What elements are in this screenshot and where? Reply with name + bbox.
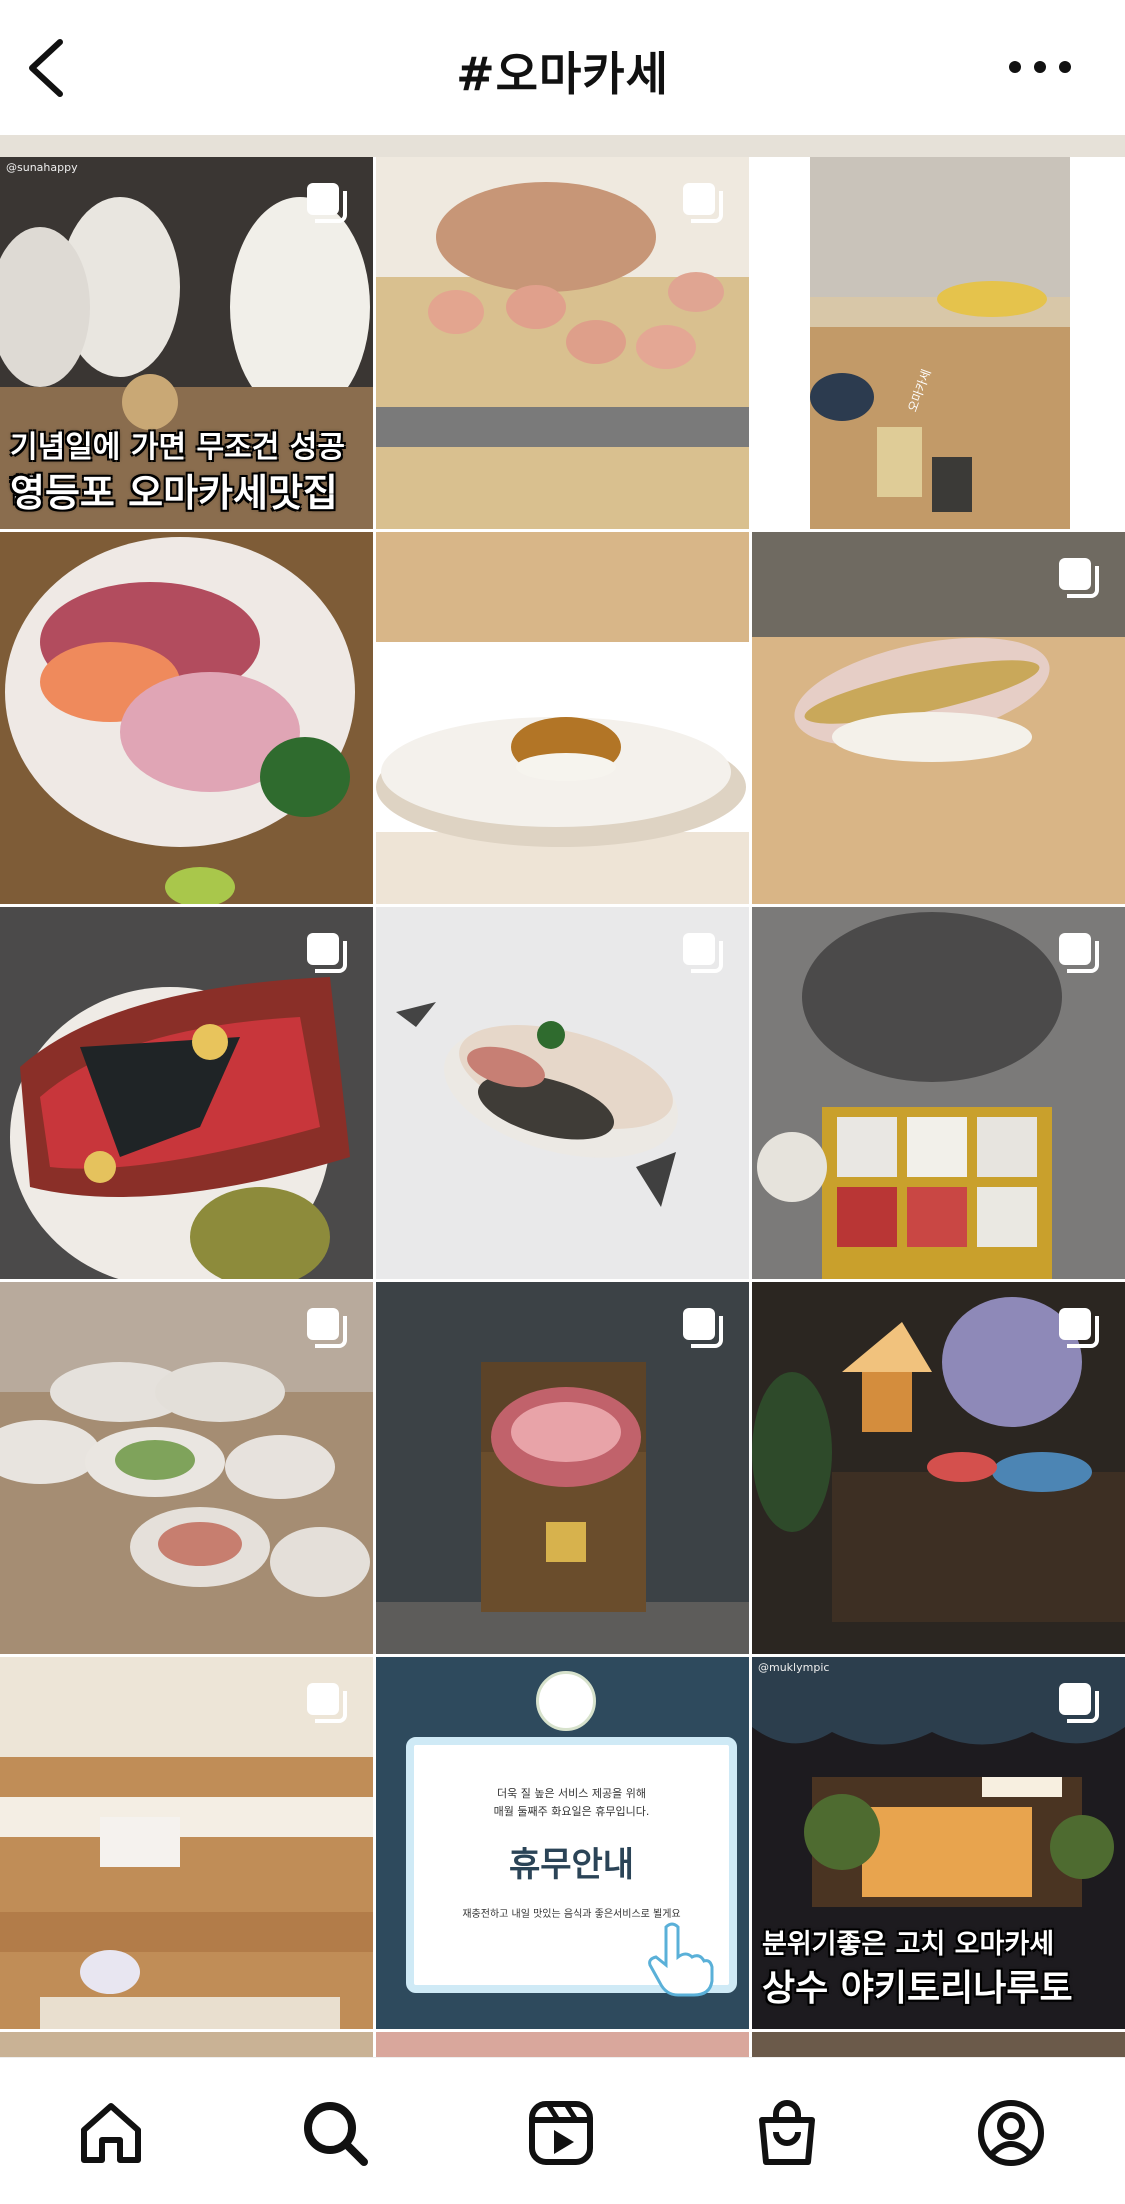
post-tile[interactable]: 기념일에 가면 무조건 성공할 영등포 오마카세맛집 @sunahappy — [0, 157, 373, 529]
notice-line1: 더욱 질 높은 서비스 제공을 위해 — [496, 1787, 647, 1800]
post-tile[interactable]: 오마카세 — [752, 157, 1125, 529]
multi-post-icon — [683, 933, 723, 973]
multi-post-icon — [1059, 558, 1099, 598]
post-tile[interactable] — [0, 1657, 373, 2029]
restaurant-logo — [536, 1671, 596, 1731]
notice-line2: 매월 둘째주 화요일은 휴무입니다. — [493, 1805, 650, 1818]
multi-post-icon — [307, 1683, 347, 1723]
page-title: #오마카세 — [456, 47, 669, 101]
post-caption-line1: 분위기좋은 고치 오마카세 — [762, 1929, 1055, 1960]
post-tile-partial[interactable] — [0, 2032, 373, 2057]
post-handle: @muklympic — [758, 1661, 830, 1674]
bottom-navigation — [0, 2057, 1125, 2204]
more-options-icon[interactable] — [1005, 52, 1075, 82]
multi-post-icon — [1059, 1308, 1099, 1348]
multi-post-icon — [307, 933, 347, 973]
post-tile-partial[interactable] — [752, 2032, 1125, 2057]
post-image — [376, 532, 749, 904]
post-tile[interactable] — [752, 532, 1125, 904]
top-bar: #오마카세 — [0, 0, 1125, 135]
pointing-hand-icon — [648, 1922, 714, 1997]
previous-row-partial — [0, 135, 1125, 157]
post-tile[interactable] — [752, 907, 1125, 1279]
post-tile[interactable] — [376, 907, 749, 1279]
post-tile[interactable] — [376, 157, 749, 529]
post-tile[interactable] — [0, 1282, 373, 1654]
multi-post-icon — [307, 1308, 347, 1348]
notice-title: 휴무안내 — [508, 1845, 635, 1885]
post-image — [0, 532, 373, 904]
shopping-bag-icon[interactable] — [752, 2098, 822, 2168]
post-caption-line2: 상수 야키토리나루토 — [762, 1968, 1073, 2009]
reels-icon[interactable] — [526, 2098, 596, 2168]
post-tile[interactable] — [752, 1282, 1125, 1654]
post-caption-line2: 영등포 오마카세맛집 — [10, 471, 338, 515]
post-tile[interactable] — [376, 532, 749, 904]
post-tile[interactable] — [0, 532, 373, 904]
home-icon[interactable] — [76, 2098, 146, 2168]
post-tile-partial[interactable] — [376, 2032, 749, 2057]
multi-post-icon — [683, 183, 723, 223]
post-tile[interactable] — [376, 1282, 749, 1654]
multi-post-icon — [1059, 933, 1099, 973]
post-handle: @sunahappy — [6, 161, 78, 174]
multi-post-icon — [1059, 1683, 1099, 1723]
search-icon[interactable] — [300, 2098, 370, 2168]
post-tile[interactable]: 분위기좋은 고치 오마카세 상수 야키토리나루토 @muklympic — [752, 1657, 1125, 2029]
multi-post-icon — [683, 1308, 723, 1348]
post-image — [810, 157, 1070, 529]
post-tile[interactable] — [0, 907, 373, 1279]
post-tile[interactable]: 더욱 질 높은 서비스 제공을 위해 매월 둘째주 화요일은 휴무입니다. 휴무… — [376, 1657, 749, 2029]
profile-icon[interactable] — [976, 2098, 1046, 2168]
multi-post-icon — [307, 183, 347, 223]
